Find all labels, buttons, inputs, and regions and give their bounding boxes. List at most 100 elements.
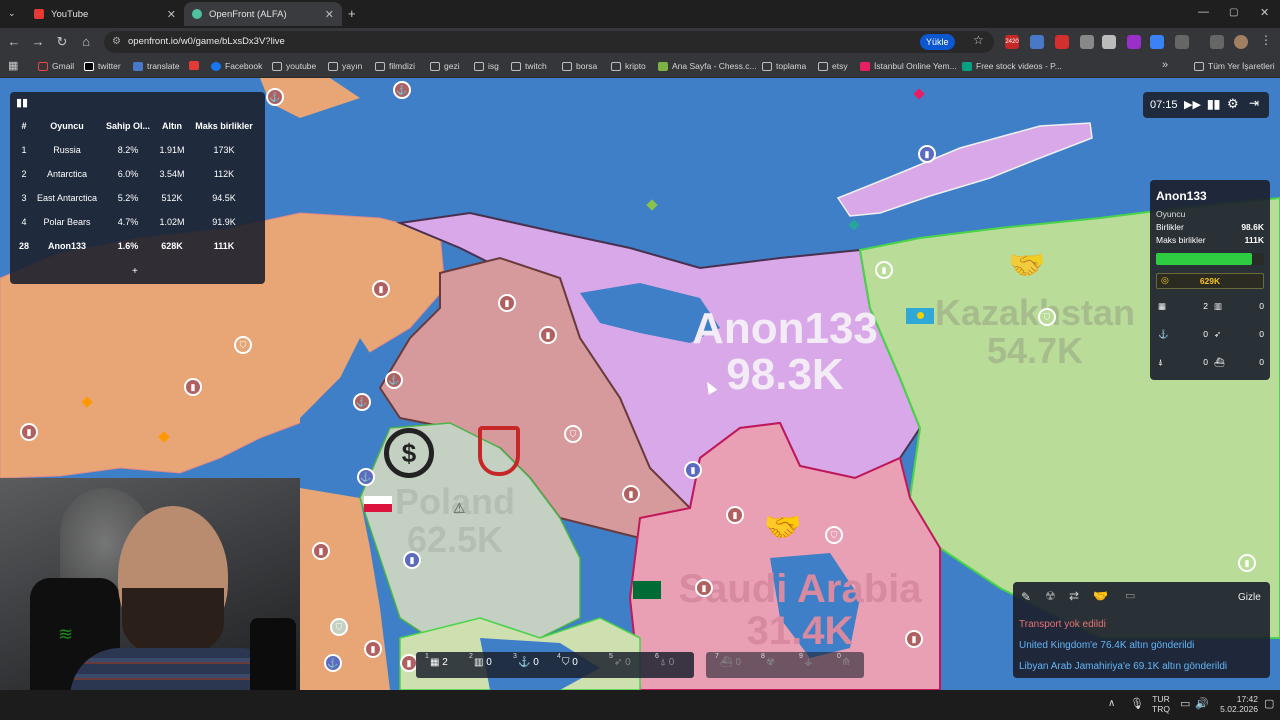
menu-icon[interactable]: ⋮ bbox=[1260, 33, 1272, 47]
trade-filter-icon[interactable]: ⇄ bbox=[1069, 589, 1079, 603]
close-window-icon[interactable]: ✕ bbox=[1260, 6, 1269, 19]
alliance-filter-icon[interactable]: 🤝 bbox=[1093, 589, 1108, 603]
bookmark-chess[interactable]: Ana Sayfa - Chess.c... bbox=[658, 61, 757, 71]
reading-list-icon[interactable] bbox=[1210, 35, 1224, 49]
settings-gear-icon[interactable]: ⚙ bbox=[1227, 96, 1239, 112]
city-icon[interactable]: ▮ bbox=[539, 326, 557, 344]
col-owned[interactable]: Sahip Ol... bbox=[102, 114, 154, 138]
restore-icon[interactable]: ▢ bbox=[1229, 7, 1238, 18]
city-icon[interactable]: ▮ bbox=[403, 551, 421, 569]
port-icon[interactable]: ⚓ bbox=[324, 654, 342, 672]
bookmark-folder-toplama[interactable]: toplama bbox=[762, 61, 806, 71]
translate-extension-icon[interactable] bbox=[1030, 35, 1044, 49]
volume-icon[interactable]: 🔊 bbox=[1195, 697, 1209, 710]
microphone-icon[interactable]: 🎙 bbox=[1130, 697, 1144, 710]
tab-youtube[interactable]: YouTube ✕ bbox=[26, 2, 184, 26]
bookmark-folder-filmdizi[interactable]: filmdizi bbox=[375, 61, 415, 71]
sound-extension-icon[interactable] bbox=[1150, 35, 1164, 49]
col-max-troops[interactable]: Maks birlikler bbox=[190, 114, 258, 138]
build-city-button[interactable]: 1 ▦ 2 bbox=[425, 653, 448, 668]
build-sam-button[interactable]: 6 ⍋ 0 bbox=[655, 653, 674, 668]
profile-avatar[interactable] bbox=[1234, 35, 1248, 49]
tab-openfront[interactable]: OpenFront (ALFA) ✕ bbox=[184, 2, 342, 26]
chat-filter-icon[interactable]: ▭ bbox=[1125, 589, 1135, 602]
back-icon[interactable]: ← bbox=[6, 34, 22, 49]
hide-button[interactable]: Gizle bbox=[1238, 592, 1261, 603]
build-port-button[interactable]: 3 ⚓ 0 bbox=[513, 653, 539, 668]
network-icon[interactable]: ▭ bbox=[1180, 697, 1190, 710]
table-row[interactable]: 3 East Antarctica 5.2% 512K 94.5K bbox=[16, 186, 258, 210]
bookmark-youtube-red[interactable] bbox=[189, 61, 203, 70]
bookmark-pexels[interactable]: Free stock videos - P... bbox=[962, 61, 1062, 71]
minimize-icon[interactable]: — bbox=[1198, 6, 1209, 18]
bookmark-yemeksepeti[interactable]: İstanbul Online Yem... bbox=[860, 61, 957, 71]
bookmark-folder-kripto[interactable]: kripto bbox=[611, 61, 646, 71]
city-icon[interactable]: ▮ bbox=[918, 145, 936, 163]
bookmark-folder-isg[interactable]: isg bbox=[474, 61, 499, 71]
nuke-filter-icon[interactable]: ☢ bbox=[1045, 589, 1056, 603]
col-player[interactable]: Oyuncu bbox=[32, 114, 102, 138]
bookmark-translate[interactable]: translate bbox=[133, 61, 180, 71]
leaderboard-chart-icon[interactable]: ▮▮ bbox=[16, 96, 28, 109]
vpn-extension-icon[interactable] bbox=[1080, 35, 1094, 49]
defense-post-icon[interactable]: ⛉ bbox=[825, 526, 843, 544]
site-info-icon[interactable]: ⚙ bbox=[112, 31, 121, 53]
city-icon[interactable]: ▮ bbox=[184, 378, 202, 396]
bookmarks-overflow-icon[interactable]: » bbox=[1162, 59, 1168, 71]
city-icon[interactable]: ▮ bbox=[312, 542, 330, 560]
bookmark-folder-etsy[interactable]: etsy bbox=[818, 61, 848, 71]
port-icon[interactable]: ⚓ bbox=[393, 81, 411, 99]
city-icon[interactable]: ▮ bbox=[905, 630, 923, 648]
close-tab-icon[interactable]: ✕ bbox=[325, 8, 334, 21]
table-row[interactable]: 2 Antarctica 6.0% 3.54M 112K bbox=[16, 162, 258, 186]
col-rank[interactable]: # bbox=[16, 114, 32, 138]
port-icon[interactable]: ⚓ bbox=[357, 468, 375, 486]
tab-search-icon[interactable]: ⌄ bbox=[8, 8, 16, 19]
language-indicator[interactable]: TUR TRQ bbox=[1152, 694, 1170, 714]
build-defense-button[interactable]: 4 ⛉ 0 bbox=[557, 653, 578, 668]
hydrogen-bomb-button[interactable]: 9 ⚶ bbox=[799, 653, 813, 668]
city-icon[interactable]: ▮ bbox=[498, 294, 516, 312]
extensions-puzzle-icon[interactable] bbox=[1175, 35, 1189, 49]
city-icon[interactable]: ▮ bbox=[20, 423, 38, 441]
exit-icon[interactable]: ⇥ bbox=[1249, 96, 1259, 110]
col-gold[interactable]: Altın bbox=[154, 114, 190, 138]
upload-button[interactable]: Yükle bbox=[920, 34, 955, 50]
table-row[interactable]: 1 Russia 8.2% 1.91M 173K bbox=[16, 138, 258, 162]
table-row[interactable]: 4 Polar Bears 4.7% 1.02M 91.9K bbox=[16, 210, 258, 234]
city-icon[interactable]: ▮ bbox=[684, 461, 702, 479]
close-tab-icon[interactable]: ✕ bbox=[167, 8, 176, 21]
bookmark-folder-yayin[interactable]: yayın bbox=[328, 61, 362, 71]
bookmark-gmail[interactable]: Gmail bbox=[38, 61, 74, 71]
defense-post-icon[interactable]: ⛉ bbox=[564, 425, 582, 443]
build-warship-button[interactable]: 7 ⛴ 0 bbox=[715, 653, 741, 668]
clock[interactable]: 17:42 5.02.2026 bbox=[1212, 694, 1258, 714]
home-icon[interactable]: ⌂ bbox=[78, 34, 94, 49]
leaderboard-expand-button[interactable]: + bbox=[132, 266, 138, 277]
adblock-extension-icon[interactable] bbox=[1055, 35, 1069, 49]
city-icon[interactable]: ▮ bbox=[695, 579, 713, 597]
bookmark-folder-borsa[interactable]: borsa bbox=[562, 61, 597, 71]
defense-post-icon[interactable]: ⛉ bbox=[234, 336, 252, 354]
bookmark-folder-twitch[interactable]: twitch bbox=[511, 61, 547, 71]
apps-grid-icon[interactable]: ▦ bbox=[8, 59, 18, 72]
address-bar[interactable]: ⚙ openfront.io/w0/game/bLxsDx3V?live bbox=[104, 31, 994, 53]
bookmark-folder-youtube[interactable]: youtube bbox=[272, 61, 316, 71]
bookmark-facebook[interactable]: Facebook bbox=[211, 61, 262, 71]
diamond-extension-icon[interactable] bbox=[1102, 35, 1116, 49]
city-icon[interactable]: ▮ bbox=[364, 640, 382, 658]
extension-badge[interactable]: 2420 bbox=[1005, 35, 1019, 49]
forward-icon[interactable]: → bbox=[30, 34, 46, 49]
build-factory-button[interactable]: 2 ▥ 0 bbox=[469, 653, 492, 668]
notification-icon[interactable]: ▢ bbox=[1264, 697, 1274, 710]
bookmark-folder-gezi[interactable]: gezi bbox=[430, 61, 460, 71]
brush-filter-icon[interactable]: ✎ bbox=[1021, 590, 1031, 604]
port-icon[interactable]: ⚓ bbox=[353, 393, 371, 411]
bookmark-star-icon[interactable]: ☆ bbox=[973, 33, 984, 47]
all-bookmarks-folder[interactable]: Tüm Yer İşaretleri bbox=[1194, 61, 1275, 71]
city-icon[interactable]: ▮ bbox=[622, 485, 640, 503]
reload-icon[interactable]: ↻ bbox=[54, 34, 70, 50]
city-icon[interactable]: ▮ bbox=[875, 261, 893, 279]
city-icon[interactable]: ▮ bbox=[372, 280, 390, 298]
tray-overflow-icon[interactable]: ∧ bbox=[1108, 698, 1115, 709]
